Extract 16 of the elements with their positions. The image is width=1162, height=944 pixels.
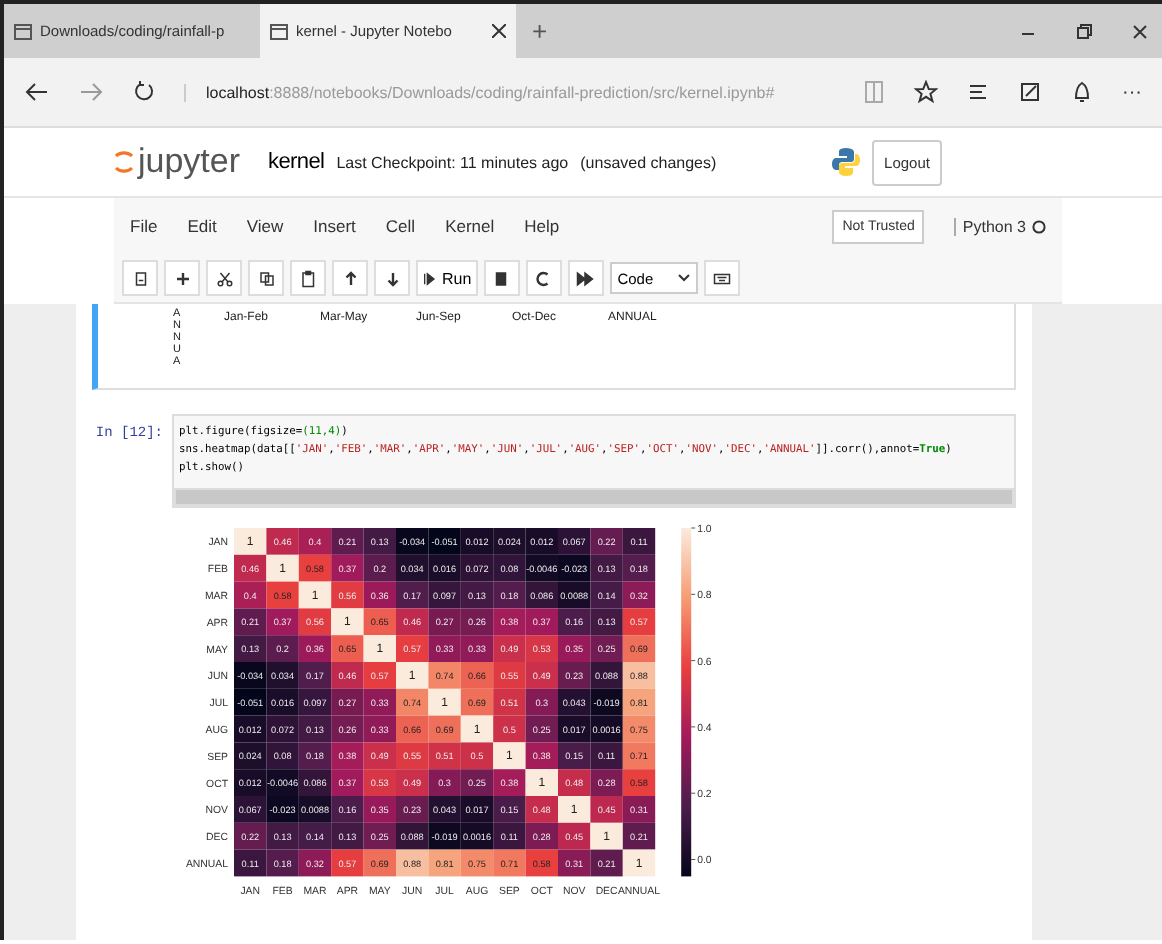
more-button[interactable]: ··· [1122,81,1142,103]
kernel-indicator[interactable]: Python 3 [954,217,1046,235]
notebook-name[interactable]: kernel [268,150,325,174]
menu-item[interactable]: Cell [385,216,416,236]
menu-item[interactable]: Insert [313,216,356,236]
menu-item[interactable]: Help [524,216,560,236]
logo-text: jupyter [138,142,241,182]
checkpoint-text: Last Checkpoint: 11 minutes ago [336,153,569,171]
new-tab-button[interactable]: + [516,4,564,58]
menu-item[interactable]: View [246,216,284,236]
menu-item[interactable]: Kernel [445,216,495,236]
autosave-status: (unsaved changes) [580,153,717,171]
menu-item[interactable]: File [130,216,158,236]
menu-item[interactable]: Edit [187,216,217,236]
address-field[interactable]: localhost:8888/notebooks/Downloads/coding/rainfall-prediction/src/kernel.ipynb# [184,83,834,101]
run-button[interactable]: Run [416,260,478,296]
